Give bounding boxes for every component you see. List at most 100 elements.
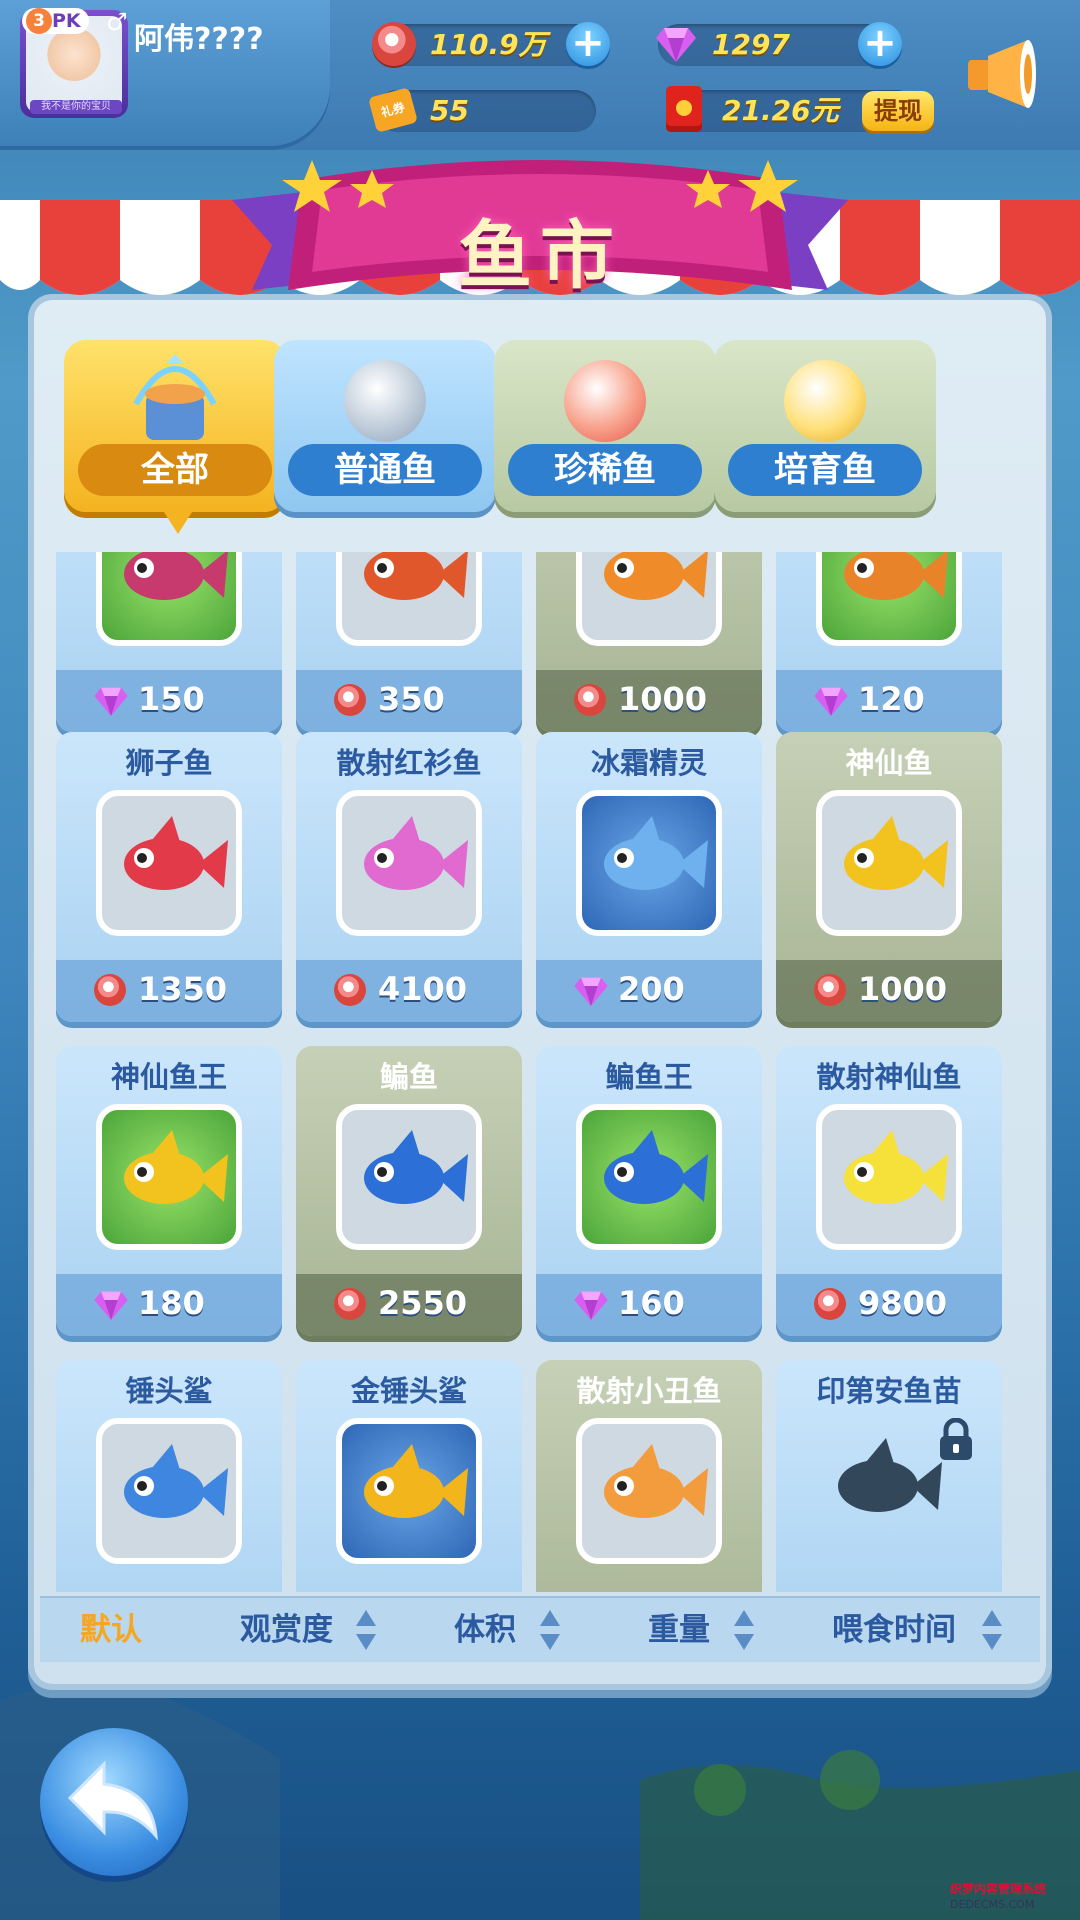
top-bar: PK 3 ♂ 我不是你的宝贝 阿伟???? 110.9万 + 1297 + 礼券… <box>0 0 1080 150</box>
fish-image-frame <box>576 552 722 646</box>
fish-image-frame <box>96 1418 242 1564</box>
price-bar: 1000 <box>536 670 762 732</box>
fish-image <box>604 816 708 890</box>
sort-arrows-icon[interactable] <box>356 1610 376 1650</box>
avatar-caption: 我不是你的宝贝 <box>30 100 122 114</box>
sort-feeding-time[interactable]: 喂食时间 <box>832 1598 956 1662</box>
fish-card[interactable]: 锤头鲨 <box>56 1360 282 1592</box>
fish-price: 160 <box>618 1284 685 1322</box>
fish-image <box>364 552 468 600</box>
coin-icon <box>814 1288 846 1320</box>
coin-icon <box>372 22 416 66</box>
castle-icon <box>133 354 217 440</box>
fish-name: 狮子鱼 <box>125 746 213 780</box>
fish-name: 散射红衫鱼 <box>336 746 482 780</box>
fish-card[interactable]: 散射红衫鱼 4100 <box>296 732 522 1022</box>
fish-price: 9800 <box>858 1284 948 1322</box>
fish-card[interactable]: 1000 <box>536 552 762 732</box>
fish-card[interactable]: 鳊鱼王 160 <box>536 1046 762 1336</box>
coin-icon <box>334 974 366 1006</box>
tab-all[interactable]: 全部 <box>64 340 286 534</box>
tab-rare-fish[interactable]: 珍稀鱼 <box>494 340 716 512</box>
tab-all-label: 全部 <box>78 444 272 496</box>
add-gems-button[interactable]: + <box>858 22 902 66</box>
fish-name: 神仙鱼王 <box>110 1060 227 1094</box>
price-bar: 160 <box>536 1274 762 1336</box>
price-bar: 200 <box>536 960 762 1022</box>
fish-card[interactable]: 散射神仙鱼 9800 <box>776 1046 1002 1336</box>
price-bar: 120 <box>776 670 1002 732</box>
fish-card[interactable]: 冰霜精灵 200 <box>536 732 762 1022</box>
fish-image-frame <box>336 790 482 936</box>
fish-image-frame <box>816 552 962 646</box>
fish-card[interactable]: 散射小丑鱼 <box>536 1360 762 1592</box>
sort-arrows-icon[interactable] <box>982 1610 1002 1650</box>
fish-price: 350 <box>378 680 445 718</box>
fish-card[interactable]: 神仙鱼王 180 <box>56 1046 282 1336</box>
fish-image <box>844 1130 948 1204</box>
tab-bred-fish-label: 培育鱼 <box>728 444 922 496</box>
fish-image <box>124 816 228 890</box>
sort-arrows-icon[interactable] <box>734 1610 754 1650</box>
tickets-counter: 礼券 55 <box>368 87 596 133</box>
fish-name: 锤头鲨 <box>125 1374 213 1408</box>
fish-image-frame <box>576 1104 722 1250</box>
fish-card[interactable]: 鳊鱼 2550 <box>296 1046 522 1336</box>
category-tabs: 全部 普通鱼 珍稀鱼 培育鱼 <box>40 320 1040 550</box>
fish-image-frame <box>576 790 722 936</box>
tickets-value: 55 <box>430 94 469 127</box>
fish-name: 印第安鱼苗 <box>816 1374 962 1408</box>
fish-price: 1000 <box>858 970 948 1008</box>
add-coins-button[interactable]: + <box>566 22 610 66</box>
fish-image <box>604 1130 708 1204</box>
fish-card[interactable]: 神仙鱼 1000 <box>776 732 1002 1022</box>
coin-icon <box>334 1288 366 1320</box>
tab-normal-fish[interactable]: 普通鱼 <box>274 340 496 512</box>
megaphone-icon[interactable] <box>962 34 1038 114</box>
fish-image <box>844 552 948 600</box>
price-bar: 4100 <box>296 960 522 1022</box>
gem-icon <box>94 687 128 716</box>
fish-price: 120 <box>858 680 925 718</box>
fish-card[interactable]: 金锤头鲨 <box>296 1360 522 1592</box>
fish-grid[interactable]: 150 350 1000 120 狮子鱼 1350 散射红衫鱼 4100 冰霜精灵 200 神仙鱼 1… <box>56 552 1006 1592</box>
gray-fish-bubble-icon <box>344 360 426 442</box>
fish-image <box>364 1130 468 1204</box>
fish-card[interactable]: 150 <box>56 552 282 732</box>
price-bar: 1000 <box>776 960 1002 1022</box>
fish-image <box>364 816 468 890</box>
fish-card[interactable]: 120 <box>776 552 1002 732</box>
fish-image-frame <box>816 790 962 936</box>
sort-arrows-icon[interactable] <box>540 1610 560 1650</box>
fish-card[interactable]: 印第安鱼苗 <box>776 1360 1002 1592</box>
fish-name: 散射神仙鱼 <box>816 1060 962 1094</box>
coins-value: 110.9万 <box>430 28 547 61</box>
withdraw-button[interactable]: 提现 <box>862 91 934 131</box>
fish-image-frame <box>96 790 242 936</box>
fish-card[interactable]: 350 <box>296 552 522 732</box>
sort-volume[interactable]: 体积 <box>454 1598 516 1662</box>
fish-name: 散射小丑鱼 <box>576 1374 722 1408</box>
tab-bred-fish[interactable]: 培育鱼 <box>714 340 936 512</box>
price-bar: 9800 <box>776 1274 1002 1336</box>
fish-image <box>604 1444 708 1518</box>
fish-image <box>124 1130 228 1204</box>
fish-price: 1350 <box>138 970 228 1008</box>
gems-counter: 1297 + <box>656 22 902 66</box>
sort-weight[interactable]: 重量 <box>648 1598 710 1662</box>
back-button[interactable] <box>40 1728 188 1876</box>
gems-value: 1297 <box>712 28 790 61</box>
price-bar: 1350 <box>56 960 282 1022</box>
fish-image-frame <box>816 1104 962 1250</box>
coin-icon <box>574 684 606 716</box>
sort-default[interactable]: 默认 <box>80 1598 142 1662</box>
watermark-text: 织梦内容管理系统 <box>950 1882 1047 1896</box>
fish-image-frame <box>96 1104 242 1250</box>
fish-name: 冰霜精灵 <box>590 746 707 780</box>
profile-panel[interactable]: PK 3 ♂ 我不是你的宝贝 阿伟???? <box>0 0 330 150</box>
fish-card[interactable]: 狮子鱼 1350 <box>56 732 282 1022</box>
fish-price: 150 <box>138 680 205 718</box>
fish-name: 鳊鱼 <box>379 1060 438 1094</box>
sort-appreciation[interactable]: 观赏度 <box>240 1598 333 1662</box>
nickname: 阿伟???? <box>134 22 264 57</box>
